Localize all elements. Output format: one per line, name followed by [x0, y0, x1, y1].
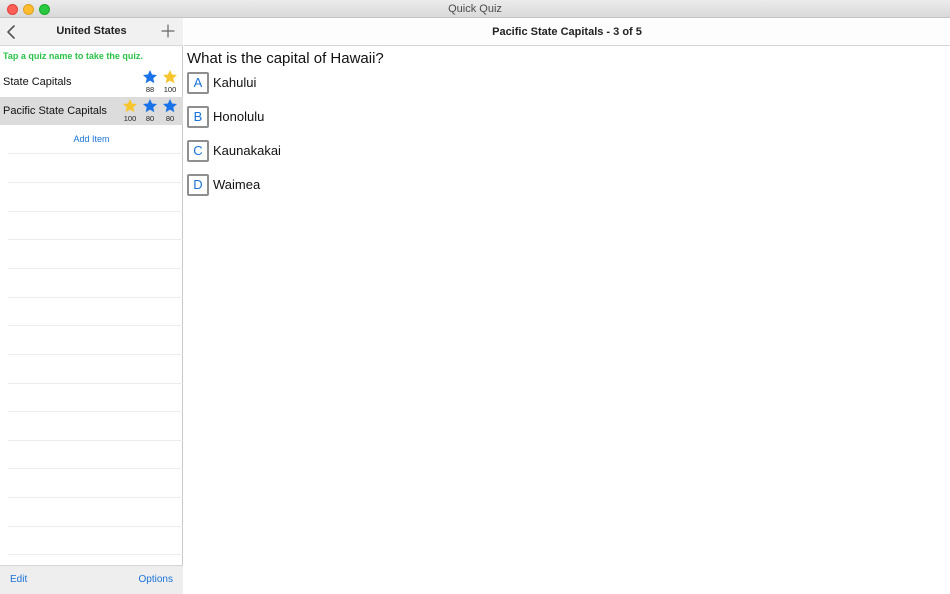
score-value: 100 [163, 85, 177, 94]
sidebar: United States Tap a quiz name to take th… [0, 18, 183, 594]
list-separator [8, 297, 183, 298]
question-text: What is the capital of Hawaii? [187, 50, 384, 67]
star-icon [163, 99, 177, 113]
list-separator [8, 383, 183, 384]
list-separator [8, 182, 183, 183]
edit-button[interactable]: Edit [10, 574, 27, 585]
score-badge: 100 [120, 98, 140, 123]
answer-letter[interactable]: B [187, 106, 209, 128]
score-value: 80 [165, 114, 175, 123]
list-separator [8, 468, 183, 469]
quiz-name: Pacific State Capitals [3, 105, 107, 117]
quiz-progress-title: Pacific State Capitals - 3 of 5 [492, 26, 642, 38]
quiz-header: Pacific State Capitals - 3 of 5 [184, 18, 950, 46]
quiz-item-state-capitals[interactable]: State Capitals 88 100 [0, 68, 183, 96]
plus-icon[interactable] [161, 24, 175, 38]
add-item-button[interactable]: Add Item [0, 134, 183, 144]
list-separator [8, 440, 183, 441]
sidebar-footer: Edit Options [0, 565, 183, 594]
score-value: 80 [145, 114, 155, 123]
list-separator [8, 354, 183, 355]
list-separator [8, 153, 183, 154]
score-value: 88 [145, 85, 155, 94]
sidebar-header: United States [0, 18, 183, 46]
window-title: Quick Quiz [448, 3, 502, 15]
quiz-name: State Capitals [3, 76, 72, 88]
score-value: 100 [123, 114, 137, 123]
list-separator [8, 211, 183, 212]
answer-text: Kahului [213, 75, 257, 90]
star-icon [143, 99, 157, 113]
answer-text: Waimea [213, 177, 261, 192]
answer-text: Kaunakakai [213, 143, 281, 158]
list-separator [8, 239, 183, 240]
list-separator [8, 411, 183, 412]
answer-letter[interactable]: D [187, 174, 209, 196]
score-badge: 80 [140, 98, 160, 123]
list-separator [8, 526, 183, 527]
score-badge: 80 [160, 98, 180, 123]
star-icon [143, 70, 157, 84]
score-badge: 100 [160, 69, 180, 94]
list-separator [8, 497, 183, 498]
quiz-hint: Tap a quiz name to take the quiz. [3, 51, 143, 61]
quiz-panel: Pacific State Capitals - 3 of 5 What is … [184, 18, 950, 594]
star-icon [123, 99, 137, 113]
title-bar: Quick Quiz [0, 0, 950, 18]
answer-letter[interactable]: C [187, 140, 209, 162]
list-separator [8, 268, 183, 269]
answer-letter[interactable]: A [187, 72, 209, 94]
sidebar-title: United States [56, 25, 127, 37]
answer-text: Honolulu [213, 109, 265, 124]
quiz-item-pacific-state-capitals[interactable]: Pacific State Capitals 100 80 80 [0, 97, 183, 125]
score-badge: 88 [140, 69, 160, 94]
list-separator [8, 554, 183, 555]
options-button[interactable]: Options [139, 574, 173, 585]
list-separator [8, 325, 183, 326]
star-icon [163, 70, 177, 84]
